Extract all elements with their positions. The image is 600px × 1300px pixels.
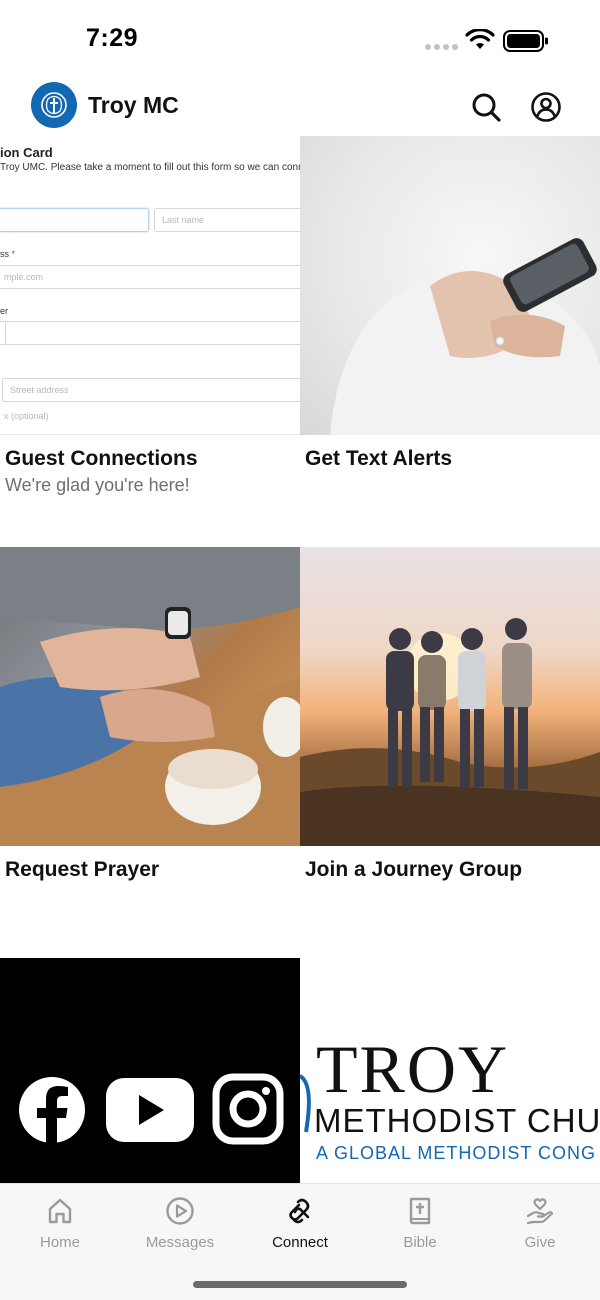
troy-logo-tagline: A GLOBAL METHODIST CONG: [316, 1143, 597, 1163]
form-screenshot-image: ion Card Troy UMC. Please take a moment …: [0, 136, 300, 435]
app-header: Troy MC: [0, 80, 600, 136]
form-street-field: Street address: [2, 378, 300, 402]
church-cross-icon: [41, 92, 67, 118]
wifi-icon: [465, 29, 495, 49]
play-circle-icon: [166, 1197, 194, 1225]
troy-logo-church: METHODIST CHU: [314, 1102, 600, 1139]
youtube-icon: [106, 1078, 194, 1142]
battery-icon: [503, 30, 548, 52]
tile-title: Guest Connections: [5, 447, 198, 470]
connect-icon: [289, 1198, 310, 1224]
home-icon: [48, 1198, 72, 1224]
form-first-name-field: [0, 208, 149, 232]
tile-subtitle: We're glad you're here!: [5, 475, 190, 495]
tab-label: Home: [39, 1234, 80, 1251]
give-hand-heart-icon: [526, 1198, 554, 1225]
status-time: 7:29: [86, 24, 139, 52]
tile-title: Get Text Alerts: [305, 447, 453, 470]
troy-logo-word: TROY: [316, 1031, 510, 1107]
holding-hands-illustration: [0, 547, 300, 846]
tab-give[interactable]: Give: [480, 1184, 600, 1259]
tile-get-text-alerts[interactable]: Get Text Alerts: [300, 136, 600, 547]
cellular-signal-icon: [425, 44, 458, 50]
form-optional-field: x (optional): [0, 406, 300, 426]
person-texting-illustration: [330, 238, 600, 435]
tile-title: Request Prayer: [5, 858, 160, 881]
tile-title: Join a Journey Group: [305, 858, 523, 881]
form-phone-label: er: [0, 306, 9, 316]
tab-bar: Home Messages Connect Bible Give: [0, 1183, 600, 1300]
tile-social-media[interactable]: [0, 958, 300, 1184]
facebook-icon: [19, 1077, 85, 1143]
tile-guest-connections[interactable]: ion Card Troy UMC. Please take a moment …: [0, 136, 300, 547]
form-title: ion Card: [0, 145, 53, 160]
friends-sunset-illustration: [300, 618, 600, 846]
account-icon[interactable]: [530, 91, 562, 123]
tile-join-a-journey-group[interactable]: Join a Journey Group: [300, 547, 600, 958]
tab-label: Give: [524, 1234, 556, 1251]
holding-hands-coffee-photo: [0, 547, 300, 846]
tab-bible[interactable]: Bible: [360, 1184, 480, 1259]
status-bar: 7:29: [0, 0, 600, 80]
church-cross-logo: [31, 82, 77, 128]
tab-label: Messages: [145, 1234, 215, 1251]
tab-label: Bible: [403, 1234, 437, 1251]
friends-sunset-photo: [300, 547, 600, 846]
tab-label: Connect: [272, 1234, 328, 1251]
person-texting-photo: [300, 136, 600, 435]
tile-request-prayer[interactable]: Request Prayer: [0, 547, 300, 958]
form-last-name-field: Last name: [154, 208, 300, 232]
search-icon[interactable]: [470, 91, 502, 123]
tab-messages[interactable]: Messages: [120, 1184, 240, 1259]
form-email-field: mple.com: [0, 265, 300, 289]
social-media-icons: [19, 1073, 284, 1145]
social-media-image: [0, 958, 300, 1184]
tab-connect[interactable]: Connect: [240, 1184, 360, 1259]
app-title: Troy MC: [88, 92, 179, 118]
home-indicator[interactable]: [193, 1281, 407, 1288]
bible-icon: [409, 1197, 431, 1225]
instagram-icon: [212, 1073, 284, 1145]
tab-home[interactable]: Home: [0, 1184, 120, 1259]
form-email-label: ss *: [0, 249, 16, 259]
form-phone-field: [5, 321, 300, 345]
form-description: Troy UMC. Please take a moment to fill o…: [0, 162, 300, 173]
